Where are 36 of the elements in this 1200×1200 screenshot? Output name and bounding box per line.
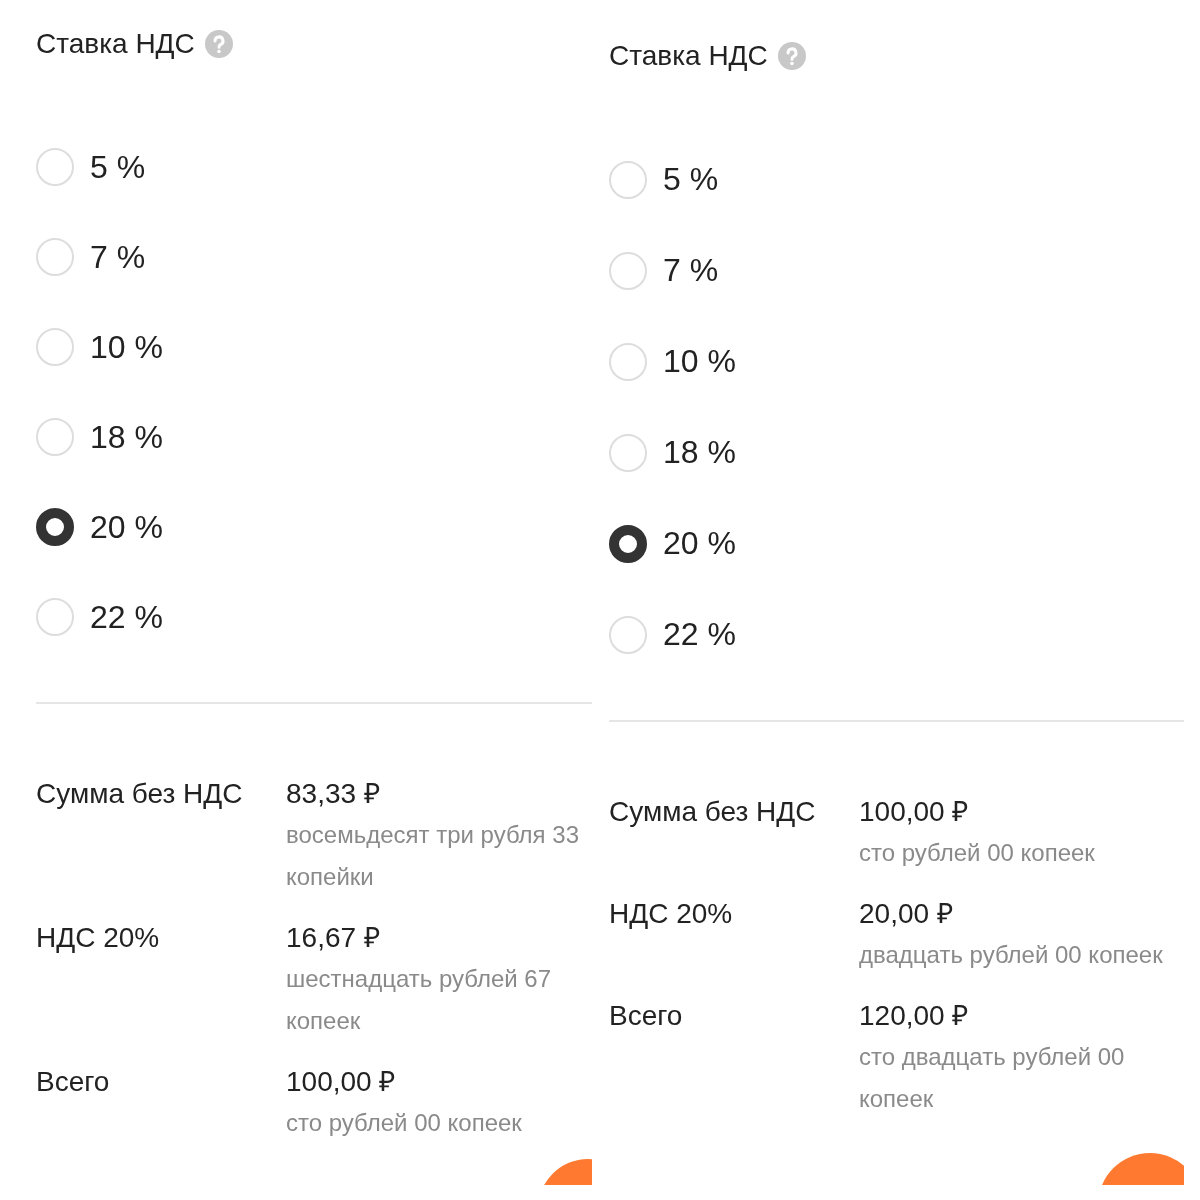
radio-button[interactable] <box>36 508 74 546</box>
radio-option[interactable]: 7 % <box>609 225 719 316</box>
amount-value: 100,00 ₽ <box>286 1065 397 1099</box>
amount-in-words: сто рублей 00 копеек <box>286 1108 523 1138</box>
radio-button[interactable] <box>609 524 647 563</box>
summary-label: НДС 20% <box>36 921 161 955</box>
summary-label: Сумма без НДС <box>609 795 817 829</box>
amount-in-words: двадцать рублей 00 копеек <box>859 940 1164 970</box>
radio-option[interactable]: 10 % <box>609 316 736 407</box>
summary-label: Сумма без НДС <box>36 777 244 811</box>
radio-option[interactable]: 20 % <box>36 482 163 572</box>
amount-value: 16,67 ₽ <box>286 921 381 955</box>
summary-label: Всего <box>36 1065 111 1099</box>
amount-in-words: восемьдесят три рубля 33 копейки <box>286 820 580 892</box>
summary-label: НДС 20% <box>609 897 734 931</box>
amount-value: 100,00 ₽ <box>859 795 970 829</box>
radio-option[interactable]: 5 % <box>36 122 146 212</box>
radio-option[interactable]: 20 % <box>609 498 736 589</box>
radio-option[interactable]: 22 % <box>36 572 163 662</box>
amount-value: 120,00 ₽ <box>859 999 970 1033</box>
amount-in-words: сто двадцать рублей 00 копеек <box>859 1042 1126 1114</box>
help-icon[interactable] <box>777 42 806 70</box>
radio-option[interactable]: 5 % <box>609 134 719 225</box>
radio-option[interactable]: 18 % <box>609 407 736 498</box>
section-title: Ставка НДС <box>36 28 195 60</box>
help-icon[interactable] <box>204 30 233 58</box>
amount-in-words: сто рублей 00 копеек <box>859 838 1096 868</box>
radio-option[interactable]: 18 % <box>36 392 163 482</box>
amount-value: 20,00 ₽ <box>859 897 954 931</box>
amount-value: 83,33 ₽ <box>286 777 381 811</box>
summary-label: Всего <box>609 999 684 1033</box>
radio-option[interactable]: 22 % <box>609 589 736 680</box>
radio-option[interactable]: 7 % <box>36 212 146 302</box>
section-title: Ставка НДС <box>609 40 768 72</box>
amount-in-words: шестнадцать рублей 67 копеек <box>286 964 553 1036</box>
radio-option[interactable]: 10 % <box>36 302 163 392</box>
